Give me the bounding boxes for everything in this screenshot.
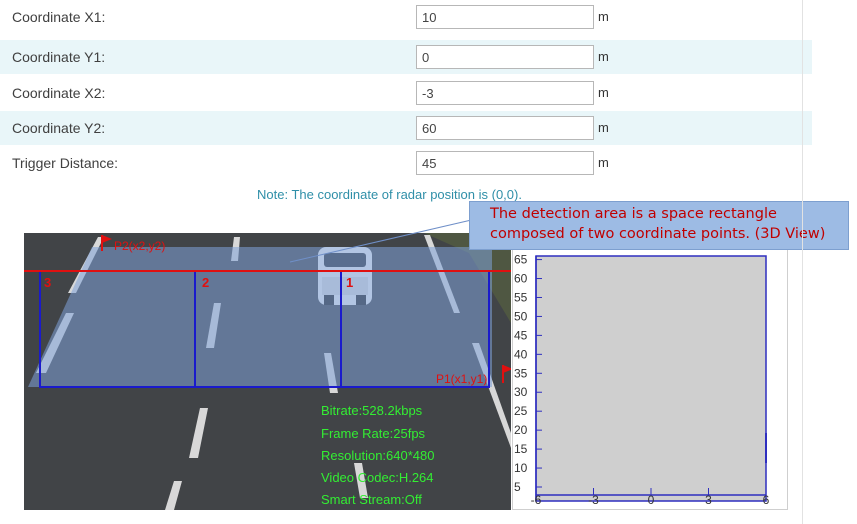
- callout-line-2: composed of two coordinate points. (3D V…: [490, 226, 826, 242]
- detection-area-callout: The detection area is a space rectangle …: [469, 201, 849, 250]
- callout-pointer: [289, 217, 481, 263]
- panel-divider: [802, 0, 803, 524]
- callout-line-1: The detection area is a space rectangle: [490, 206, 777, 222]
